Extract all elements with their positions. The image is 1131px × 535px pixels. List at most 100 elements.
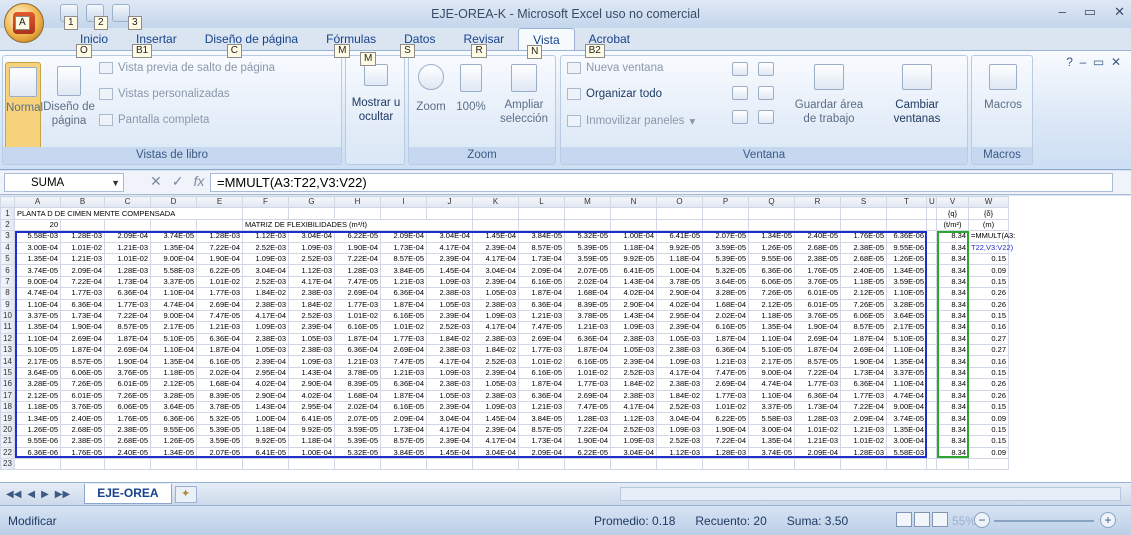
cell[interactable]: 2.90E-04	[288, 378, 335, 391]
cell[interactable]: 9.92E-05	[656, 241, 703, 254]
column-header[interactable]: N	[610, 196, 657, 209]
cell[interactable]: 2.68E-05	[104, 435, 151, 448]
cell[interactable]: 1.87E-04	[334, 332, 381, 346]
cell[interactable]: 4.02E-04	[610, 287, 657, 300]
cell[interactable]	[426, 457, 473, 471]
tab-inicio[interactable]: Inicio O	[66, 28, 122, 58]
cell[interactable]: 1.84E-02	[288, 298, 335, 311]
row-header[interactable]: 10	[0, 309, 15, 323]
cell[interactable]: 8.57E-05	[794, 355, 841, 368]
cell[interactable]: 6.36E-06	[150, 412, 197, 425]
cell[interactable]: 6.16E-05	[380, 309, 427, 323]
cell[interactable]: 1.00E-04	[288, 446, 335, 460]
cell[interactable]: 1.01E-02	[380, 321, 427, 334]
cell[interactable]	[518, 218, 565, 232]
cell[interactable]: 7.22E-04	[60, 275, 105, 289]
cell[interactable]: 1.18E-04	[242, 423, 289, 437]
column-header[interactable]: H	[334, 196, 381, 209]
cell[interactable]: 3.64E-05	[14, 366, 61, 380]
cell[interactable]: 2.40E-05	[104, 446, 151, 460]
cell[interactable]: 2.38E-03	[656, 344, 703, 357]
cell[interactable]: 1.26E-05	[150, 435, 197, 448]
row-header[interactable]: 2	[0, 218, 15, 232]
cell[interactable]: 0.27	[968, 344, 1009, 357]
cell[interactable]: 3.00E-04	[748, 423, 795, 437]
cell[interactable]	[150, 218, 197, 232]
cell[interactable]: 1.18E-05	[150, 366, 197, 380]
cell[interactable]: T22,V3:V22)	[968, 241, 1013, 254]
cell[interactable]: 1.10E-04	[886, 344, 927, 357]
cell[interactable]: 1.45E-04	[472, 412, 519, 425]
cell[interactable]	[926, 401, 937, 414]
switch-windows-button[interactable]: Cambiar ventanas	[877, 64, 957, 126]
cell[interactable]: 2.38E-05	[60, 435, 105, 448]
enter-icon[interactable]: ✓	[172, 173, 184, 190]
cell[interactable]: 7.22E-04	[196, 241, 243, 254]
full-screen-button[interactable]: Pantalla completa	[99, 114, 209, 126]
cell[interactable]	[794, 218, 841, 232]
cancel-icon[interactable]: ✕	[150, 173, 162, 190]
cell[interactable]: 6.16E-05	[564, 355, 611, 368]
cell[interactable]: 3.64E-05	[150, 401, 197, 414]
side-by-side-button[interactable]	[757, 62, 775, 80]
row-header[interactable]: 9	[0, 298, 15, 311]
cell[interactable]: 2.68E-05	[794, 241, 841, 254]
row-header[interactable]: 23	[0, 457, 15, 471]
cell[interactable]: 3.64E-05	[702, 275, 749, 289]
column-header[interactable]: F	[242, 196, 289, 209]
cell[interactable]: 2.52E-03	[288, 309, 335, 323]
cell[interactable]: 5.10E-05	[150, 332, 197, 346]
cell[interactable]	[380, 457, 427, 471]
cell[interactable]: 3.04E-04	[656, 412, 703, 425]
cell[interactable]: 2.07E-05	[196, 446, 243, 460]
cell[interactable]: 7.26E-05	[748, 287, 795, 300]
cell[interactable]: 6.22E-05	[334, 230, 381, 243]
cell[interactable]: 2.38E-03	[610, 332, 657, 346]
cell[interactable]: 3.00E-04	[886, 435, 927, 448]
arrange-all-button[interactable]: Organizar todo	[567, 88, 662, 100]
cell[interactable]: 1.77E-03	[518, 344, 565, 357]
cell[interactable]: 8.34	[936, 366, 969, 380]
cell[interactable]: 3.28E-05	[150, 389, 197, 403]
column-header[interactable]: J	[426, 196, 473, 209]
cell[interactable]: 1.12E-03	[656, 446, 703, 460]
cell[interactable]: 1.21E-03	[104, 241, 151, 254]
cell[interactable]: 3.37E-05	[14, 309, 61, 323]
cell[interactable]: 1.01E-02	[564, 366, 611, 380]
cell[interactable]: 1.01E-02	[702, 401, 749, 414]
cell[interactable]: MATRIZ DE FLEXIBILIDADES (m³/t)	[242, 218, 473, 232]
cell[interactable]: 8.57E-05	[104, 321, 151, 334]
cell[interactable]: 1.09E-03	[610, 435, 657, 448]
insert-sheet-icon[interactable]: ✦	[174, 485, 197, 503]
cell[interactable]: 8.34	[936, 355, 969, 368]
cell[interactable]: 2.38E-03	[610, 389, 657, 403]
cell[interactable]: 6.36E-06	[14, 446, 61, 460]
cell[interactable]	[886, 218, 927, 232]
cell-grid[interactable]: ABCDEFGHIJKLMNOPQRSTUVW 1 PLANTA D DE CIM…	[0, 196, 1015, 471]
cell[interactable]: 2.69E-04	[60, 332, 105, 346]
cell[interactable]: 1.84E-02	[472, 344, 519, 357]
row-header[interactable]: 17	[0, 389, 15, 403]
hide-window-button[interactable]	[731, 86, 749, 104]
cell[interactable]	[926, 218, 937, 232]
cell[interactable]: 1.35E-04	[886, 355, 927, 368]
cell[interactable]: 1.45E-04	[426, 446, 473, 460]
cell[interactable]: 1.87E-04	[518, 287, 565, 300]
cell[interactable]: 1.28E-03	[564, 412, 611, 425]
cell[interactable]	[242, 207, 289, 220]
cell[interactable]: 1.26E-05	[886, 252, 927, 266]
zoom-button[interactable]: Zoom	[413, 64, 449, 114]
cell[interactable]: {q}	[936, 207, 969, 220]
cell[interactable]: 1.09E-03	[656, 423, 703, 437]
cell[interactable]: 3.74E-05	[150, 230, 197, 243]
cell[interactable]: 5.32E-05	[196, 412, 243, 425]
cell[interactable]: 9.55E-06	[150, 423, 197, 437]
cell[interactable]: 2.17E-05	[748, 355, 795, 368]
cell[interactable]: 3.59E-05	[334, 423, 381, 437]
cell[interactable]: 1.45E-04	[426, 264, 473, 277]
tab-revisar[interactable]: Revisar R	[449, 28, 518, 58]
cell[interactable]: 1.73E-04	[518, 252, 565, 266]
cell[interactable]: 1.35E-04	[14, 321, 61, 334]
cell[interactable]: 8.34	[936, 264, 969, 277]
cell[interactable]: 1.34E-05	[748, 230, 795, 243]
